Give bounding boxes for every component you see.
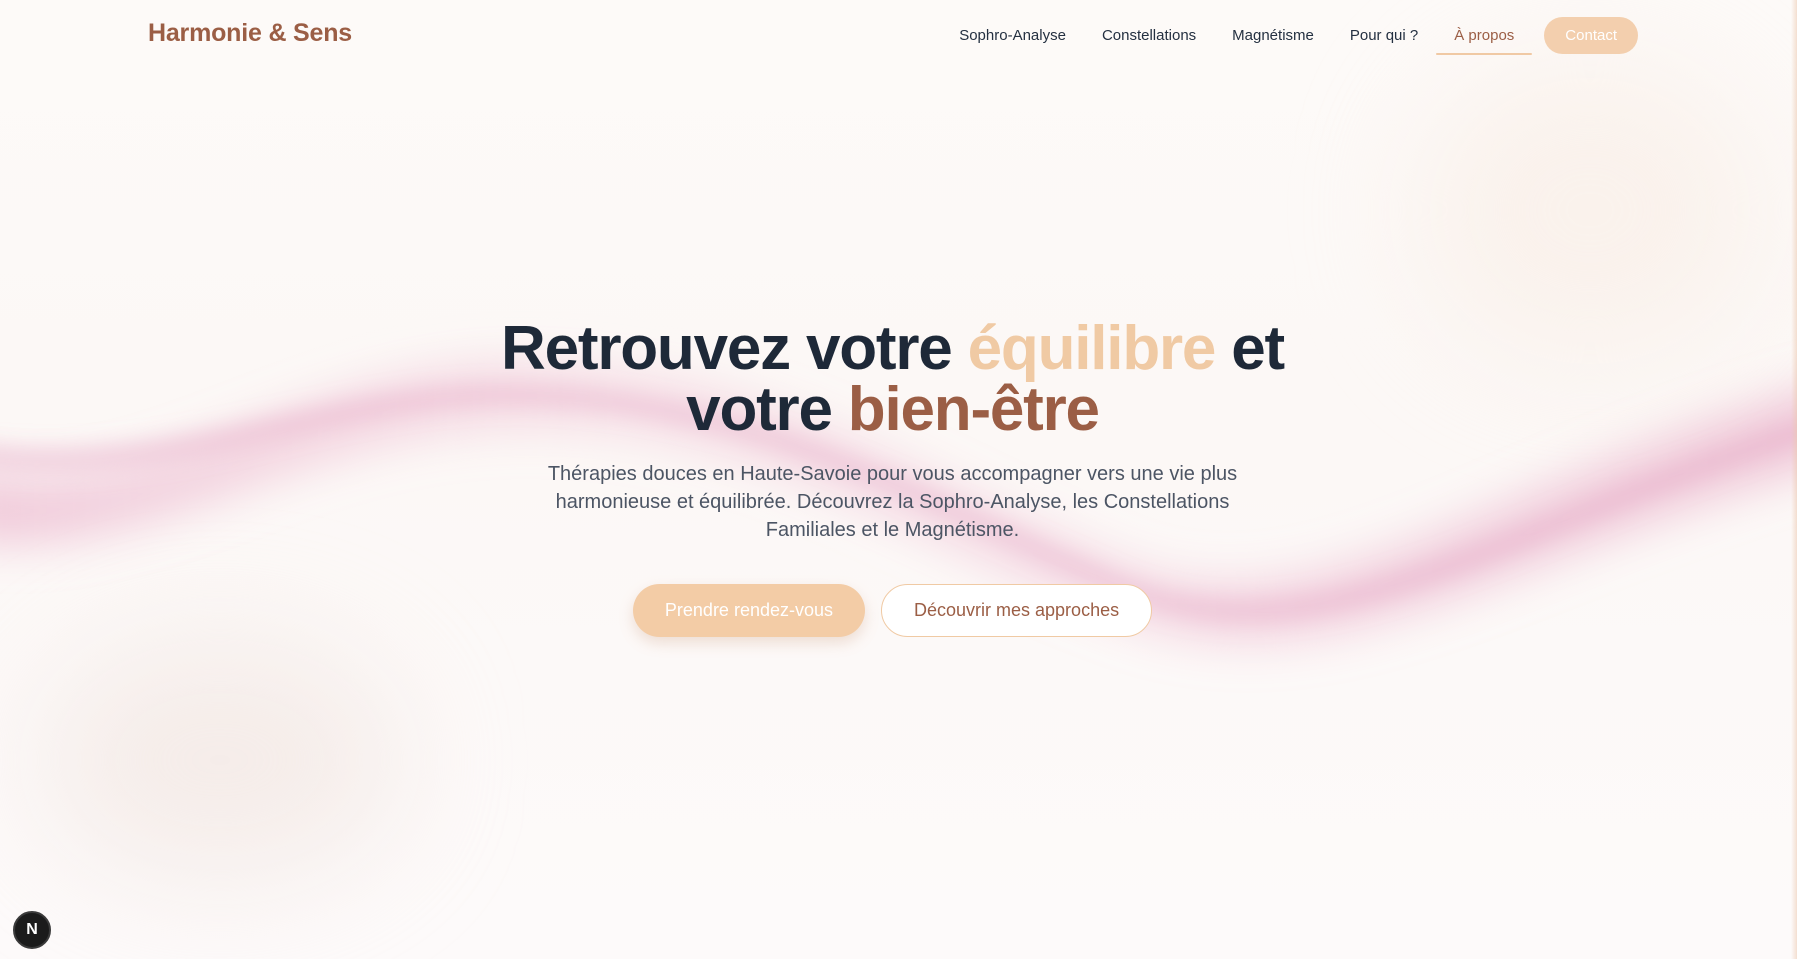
background-glow-right	[1420, 60, 1760, 360]
hero-title-highlight-equilibre: équilibre	[967, 314, 1217, 383]
hero-subtitle: Thérapies douces en Haute-Savoie pour vo…	[547, 463, 1238, 541]
main-nav: Sophro-Analyse Constellations Magnétisme…	[941, 17, 1638, 55]
site-header: Harmonie & Sens Sophro-Analyse Constella…	[0, 0, 1797, 72]
nav-item-sophro-analyse[interactable]: Sophro-Analyse	[941, 18, 1084, 54]
brand-logo[interactable]: Harmonie & Sens	[148, 19, 352, 48]
contact-button[interactable]: Contact	[1544, 17, 1638, 54]
nav-item-a-propos[interactable]: À propos	[1436, 18, 1533, 55]
dev-badge-letter: N	[26, 921, 38, 938]
page-edge-shadow	[1791, 0, 1797, 959]
nav-item-pour-qui[interactable]: Pour qui ?	[1332, 18, 1436, 54]
background-glow-left	[40, 640, 400, 880]
hero-section: Retrouvez votre équilibre et votre bien-…	[0, 318, 1785, 637]
nav-item-constellations[interactable]: Constellations	[1084, 18, 1214, 54]
hero-title-highlight-bien-etre: bien-être	[847, 375, 1100, 444]
dev-tools-badge[interactable]: N	[13, 911, 51, 949]
hero-title-part1: Retrouvez votre	[501, 314, 968, 383]
book-appointment-button[interactable]: Prendre rendez-vous	[632, 584, 865, 637]
nav-item-magnetisme[interactable]: Magnétisme	[1214, 18, 1332, 54]
hero-actions: Prendre rendez-vous Découvrir mes approc…	[0, 584, 1785, 637]
discover-approaches-button[interactable]: Découvrir mes approches	[881, 584, 1153, 637]
hero-title: Retrouvez votre équilibre et votre bien-…	[443, 318, 1343, 441]
page: Harmonie & Sens Sophro-Analyse Constella…	[0, 0, 1797, 959]
